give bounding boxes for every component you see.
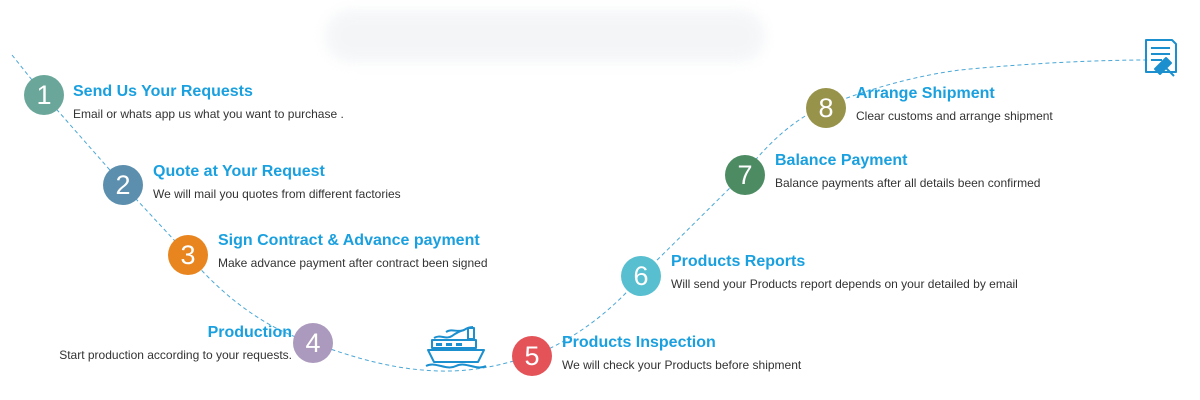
step-6-title: Products Reports — [671, 253, 806, 270]
step-2-title: Quote at Your Request — [153, 163, 325, 180]
ship-icon — [425, 326, 487, 369]
step-1-title: Send Us Your Requests — [73, 83, 253, 100]
step-2-description: We will mail you quotes from different f… — [153, 187, 401, 201]
step-1-description: Email or whats app us what you want to p… — [73, 107, 344, 121]
step-1-badge: 1 — [24, 75, 64, 115]
step-7-title: Balance Payment — [775, 152, 908, 169]
step-5-badge: 5 — [512, 336, 552, 376]
step-3-title: Sign Contract & Advance payment — [218, 232, 480, 249]
step-8-title: Arrange Shipment — [856, 85, 995, 102]
step-4-title: Production — [207, 324, 292, 341]
step-5-description: We will check your Products before shipm… — [562, 358, 802, 372]
step-7-description: Balance payments after all details been … — [775, 176, 1041, 190]
step-8-badge: 8 — [806, 88, 846, 128]
contract-document-icon — [1145, 39, 1177, 77]
step-2-badge: 2 — [103, 165, 143, 205]
step-4-badge: 4 — [293, 323, 333, 363]
step-6-description: Will send your Products report depends o… — [671, 277, 1018, 291]
process-diagram: 1 Send Us Your Requests Email or whats a… — [0, 0, 1200, 400]
step-3-description: Make advance payment after contract been… — [218, 256, 488, 270]
step-4-description: Start production according to your reque… — [59, 348, 292, 362]
step-5-title: Products Inspection — [562, 334, 716, 351]
step-3-badge: 3 — [168, 235, 208, 275]
step-6-badge: 6 — [621, 256, 661, 296]
step-8-description: Clear customs and arrange shipment — [856, 109, 1053, 123]
step-7-badge: 7 — [725, 155, 765, 195]
